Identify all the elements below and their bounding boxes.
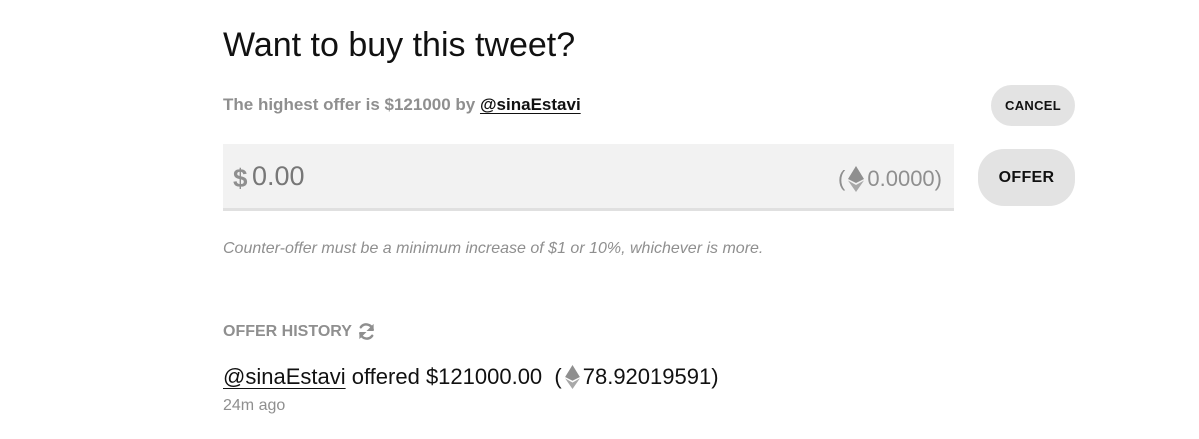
eth-conversion-open: ( — [838, 166, 846, 191]
offer-history-eth-open: ( — [554, 364, 562, 389]
offer-history-header: OFFER HISTORY — [223, 322, 376, 341]
eth-conversion-close: ) — [934, 166, 942, 191]
cancel-button[interactable]: CANCEL — [991, 85, 1075, 126]
eth-conversion: ( 0.0000) — [838, 166, 942, 192]
eth-conversion-value: 0.0000 — [867, 166, 935, 191]
counter-offer-rule: Counter-offer must be a minimum increase… — [223, 240, 764, 257]
highest-offer-text: The highest offer is $121000 by @sinaEst… — [223, 94, 581, 116]
page-title: Want to buy this tweet? — [223, 26, 576, 64]
refresh-icon[interactable] — [357, 322, 376, 341]
offer-amount-input[interactable] — [252, 156, 752, 196]
offer-history-user-link[interactable]: @sinaEstavi — [223, 364, 346, 390]
offer-history-time: 24m ago — [223, 397, 286, 414]
ethereum-icon — [848, 166, 865, 192]
offer-history-action: offered $121000.00 — [351, 364, 543, 389]
offer-amount-box: $ ( 0.0000) — [223, 144, 954, 211]
ethereum-icon — [564, 365, 580, 389]
currency-symbol: $ — [233, 163, 248, 193]
offer-history-eth-close: ) — [711, 364, 719, 389]
offer-button[interactable]: OFFER — [978, 149, 1075, 206]
offer-history-eth-value: 78.92019591 — [582, 364, 712, 389]
highest-offer-prefix: The highest offer is $121000 by — [223, 95, 480, 114]
offer-history-entry: @sinaEstavi offered $121000.00 ( 78.9201… — [223, 364, 719, 390]
highest-offer-user-link[interactable]: @sinaEstavi — [480, 95, 581, 114]
offer-history-label: OFFER HISTORY — [223, 322, 352, 340]
